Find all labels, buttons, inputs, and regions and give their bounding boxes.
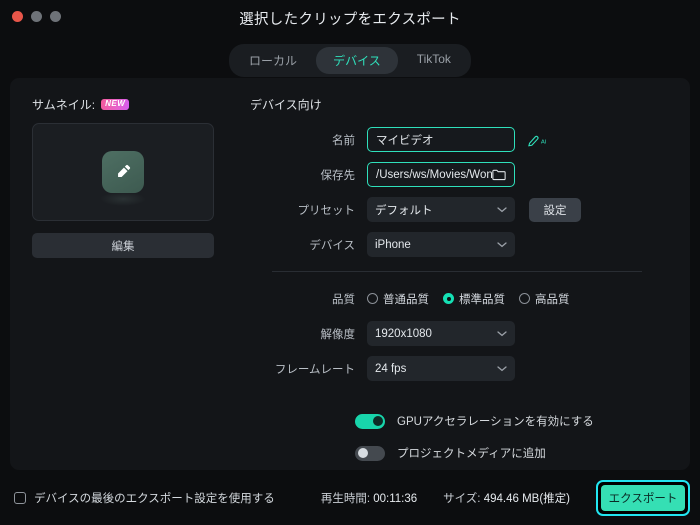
thumbnail-header: サムネイル: NEW <box>32 96 214 113</box>
quality-option-standard[interactable]: 標準品質 <box>443 291 505 307</box>
quality-option-standard-label: 標準品質 <box>459 293 505 306</box>
destination-input[interactable]: /Users/ws/Movies/Wonc <box>367 162 515 187</box>
thumbnail-reflection <box>100 192 146 206</box>
export-meta: 再生時間: 00:11:36 サイズ: 494.46 MB(推定) <box>321 490 570 506</box>
tab-bar: ローカル デバイス TikTok <box>0 44 700 77</box>
resolution-row: 解像度 1920x1080 <box>250 321 670 346</box>
quality-label: 品質 <box>332 293 355 306</box>
gpu-acceleration-label: GPUアクセラレーションを有効にする <box>397 416 594 428</box>
edit-thumbnail-button[interactable]: 編集 <box>32 233 214 258</box>
svg-text:AI: AI <box>541 139 547 145</box>
resolution-value: 1920x1080 <box>375 327 432 340</box>
device-row: デバイス iPhone <box>250 232 670 257</box>
tab-local[interactable]: ローカル <box>232 47 314 74</box>
quality-option-normal-label: 普通品質 <box>383 293 429 306</box>
remember-settings-label: デバイスの最後のエクスポート設定を使用する <box>34 492 275 505</box>
size-label: サイズ: <box>443 492 481 505</box>
gpu-acceleration-row: GPUアクセラレーションを有効にする <box>355 413 670 429</box>
quality-option-high[interactable]: 高品質 <box>519 291 570 307</box>
gpu-acceleration-toggle[interactable] <box>355 413 385 429</box>
framerate-row: フレームレート 24 fps <box>250 356 670 381</box>
form-divider <box>272 271 642 272</box>
settings-card: サムネイル: NEW 編集 デバイス向け 名前 マイビデオ AI 保存先 /Us… <box>10 78 690 470</box>
tab-device[interactable]: デバイス <box>316 47 398 74</box>
add-to-project-media-row: プロジェクトメディアに追加 <box>355 445 670 461</box>
export-button-focus-ring: エクスポート <box>596 479 690 516</box>
toggle-knob <box>372 416 383 426</box>
framerate-label: フレームレート <box>274 363 355 376</box>
ai-pen-icon[interactable]: AI <box>527 132 549 148</box>
quality-option-normal[interactable]: 普通品質 <box>367 291 429 307</box>
preset-label: プリセット <box>297 204 356 217</box>
add-to-project-media-toggle[interactable] <box>355 445 385 461</box>
name-input-value: マイビデオ <box>376 134 434 147</box>
radio-ring-selected-icon <box>443 293 454 304</box>
chevron-down-icon <box>497 365 507 372</box>
quality-radio-group: 普通品質 標準品質 高品質 <box>367 291 570 307</box>
add-to-project-media-label: プロジェクトメディアに追加 <box>397 448 546 460</box>
duration-value: 00:11:36 <box>373 492 418 505</box>
folder-icon[interactable] <box>492 168 506 181</box>
name-input[interactable]: マイビデオ <box>367 127 515 152</box>
chevron-down-icon <box>497 241 507 248</box>
title-bar: 選択したクリップをエクスポート <box>0 0 700 36</box>
resolution-select[interactable]: 1920x1080 <box>367 321 515 346</box>
preset-value: デフォルト <box>375 204 433 217</box>
thumbnail-label: サムネイル: <box>32 98 96 112</box>
name-row: 名前 マイビデオ AI <box>250 127 670 152</box>
bottom-bar: デバイスの最後のエクスポート設定を使用する 再生時間: 00:11:36 サイズ… <box>0 470 700 525</box>
name-label: 名前 <box>332 134 355 147</box>
checkbox-icon <box>14 491 26 504</box>
quality-option-high-label: 高品質 <box>535 293 570 306</box>
radio-ring-icon <box>519 293 530 304</box>
preset-row: プリセット デフォルト 設定 <box>250 197 670 222</box>
framerate-select[interactable]: 24 fps <box>367 356 515 381</box>
preset-settings-button[interactable]: 設定 <box>529 197 581 222</box>
size-info: サイズ: 494.46 MB(推定) <box>443 490 570 506</box>
thumbnail-preview[interactable] <box>32 123 214 221</box>
quality-row: 品質 普通品質 標準品質 高品質 <box>250 286 670 311</box>
export-button[interactable]: エクスポート <box>601 484 685 511</box>
chevron-down-icon <box>497 206 507 213</box>
device-label: デバイス <box>309 239 355 252</box>
pencil-edit-icon <box>102 151 144 193</box>
page-title: 選択したクリップをエクスポート <box>239 12 461 28</box>
duration-info: 再生時間: 00:11:36 <box>321 490 417 506</box>
device-settings-form: デバイス向け 名前 マイビデオ AI 保存先 /Users/ws/Movies/… <box>250 96 670 477</box>
size-value: 494.46 MB(推定) <box>483 492 570 505</box>
new-badge: NEW <box>101 99 130 110</box>
radio-ring-icon <box>367 293 378 304</box>
remember-settings-checkbox[interactable]: デバイスの最後のエクスポート設定を使用する <box>14 490 275 506</box>
form-section-title: デバイス向け <box>250 98 322 112</box>
export-dialog-window: 選択したクリップをエクスポート ローカル デバイス TikTok サムネイル: … <box>0 0 700 525</box>
framerate-value: 24 fps <box>375 362 407 375</box>
preset-select[interactable]: デフォルト <box>367 197 515 222</box>
device-value: iPhone <box>375 238 411 251</box>
chevron-down-icon <box>497 330 507 337</box>
device-select[interactable]: iPhone <box>367 232 515 257</box>
resolution-label: 解像度 <box>320 328 356 341</box>
destination-label: 保存先 <box>320 169 356 182</box>
toggle-knob <box>357 448 368 458</box>
destination-path-value: /Users/ws/Movies/Wonc <box>376 168 492 181</box>
tab-tiktok[interactable]: TikTok <box>400 47 468 74</box>
thumbnail-panel: サムネイル: NEW 編集 <box>32 96 214 258</box>
duration-label: 再生時間: <box>320 492 371 505</box>
destination-row: 保存先 /Users/ws/Movies/Wonc <box>250 162 670 187</box>
